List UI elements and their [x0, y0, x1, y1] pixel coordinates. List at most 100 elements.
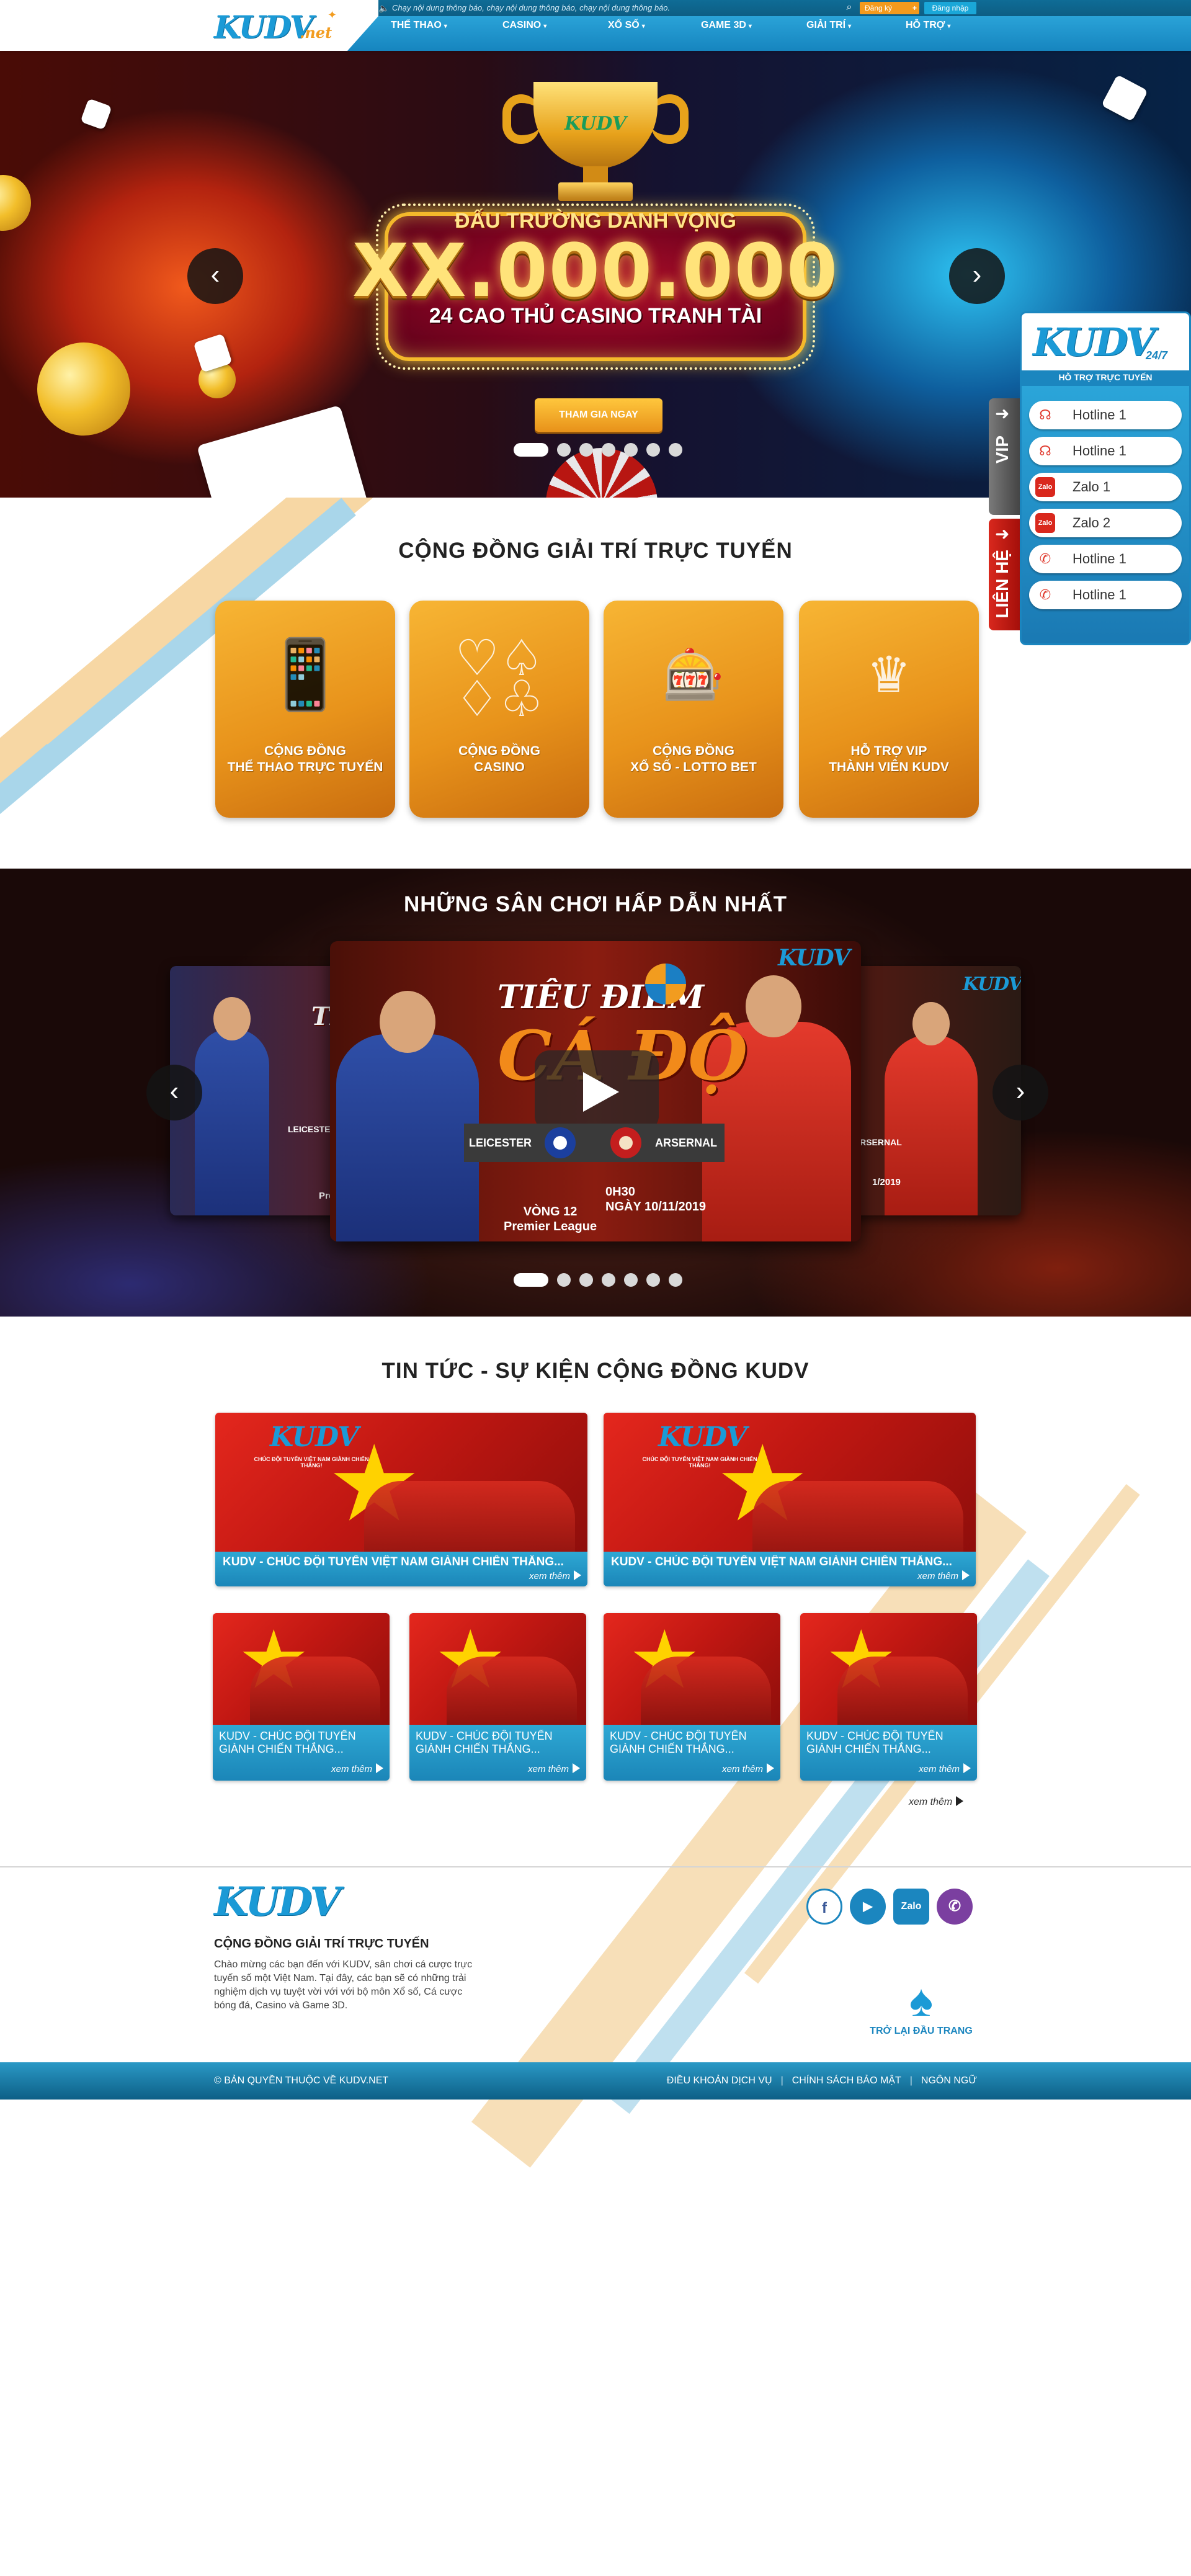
games-pagination-dot[interactable] — [514, 1273, 548, 1287]
news-title: TIN TỨC - SỰ KIỆN CỘNG ĐỒNG KUDV — [381, 1359, 810, 1383]
games-pagination — [514, 1273, 691, 1287]
football-icon — [645, 964, 686, 1004]
games-pagination-dot[interactable] — [579, 1273, 593, 1287]
chevron-down-icon: ▾ — [947, 23, 951, 30]
tile-lottery[interactable]: 🎰 CỘNG ĐỒNG XỔ SỐ - LOTTO BET — [604, 601, 783, 818]
dice-image — [80, 98, 112, 130]
games-pagination-dot[interactable] — [557, 1273, 571, 1287]
news-card-featured[interactable]: ★ KUDV CHÚC ĐỘI TUYỂN VIỆT NAM GIÀNH CHI… — [604, 1413, 976, 1586]
zalo-icon[interactable]: Zalo — [893, 1889, 929, 1925]
footer-description: Chào mừng các bạn đến với KUDV, sân chơi… — [214, 1959, 473, 2011]
nav-item-xo-so[interactable]: XỔ SỐ ▾ — [608, 16, 701, 35]
arrow-right-icon: ➜ — [995, 404, 1010, 423]
tile-sports[interactable]: 📱 CỘNG ĐỒNG THỂ THAO TRỰC TUYẾN — [215, 601, 395, 818]
hero-pagination-dot[interactable] — [579, 443, 593, 457]
youtube-icon[interactable]: ▶ — [850, 1889, 886, 1925]
read-more-link[interactable]: xem thêm — [529, 1570, 581, 1581]
arsenal-badge-icon — [610, 1127, 641, 1158]
logo-sparkle-icon: ✦ — [328, 9, 337, 21]
nav-item-giai-tri[interactable]: GIẢI TRÍ ▾ — [806, 16, 906, 35]
news-caption: KUDV - CHÚC ĐỘI TUYỂN GIÀNH CHIẾN THẮNG.… — [409, 1725, 586, 1781]
hero-pagination-dot[interactable] — [624, 443, 638, 457]
support-item-zalo[interactable]: Zalo Zalo 1 — [1029, 473, 1182, 501]
read-more-link[interactable]: xem thêm — [331, 1763, 383, 1774]
read-more-link[interactable]: xem thêm — [917, 1570, 970, 1581]
playing-card-image — [197, 405, 374, 498]
top-notice-bar: 🔈 Chạy nội dung thông báo, chạy nội dung… — [378, 0, 1191, 16]
news-caption: KUDV - CHÚC ĐỘI TUYỂN GIÀNH CHIẾN THẮNG.… — [604, 1725, 780, 1781]
logo-suffix: .net — [300, 24, 332, 42]
support-item-whatsapp[interactable]: ✆ Hotline 1 — [1029, 581, 1182, 609]
contact-tab[interactable]: ➜ LIÊN HỆ — [989, 519, 1020, 630]
tile-casino[interactable]: ♡♤ ♢♧ CỘNG ĐỒNG CASINO — [409, 601, 589, 818]
hero-prev-arrow-icon[interactable]: ‹ — [187, 248, 243, 304]
chevron-down-icon: ▾ — [543, 23, 547, 30]
spade-icon: ♠ — [909, 1976, 934, 2026]
speaker-icon: 🔈 — [378, 3, 390, 13]
news-card[interactable]: ★ KUDV - CHÚC ĐỘI TUYỂN GIÀNH CHIẾN THẮN… — [604, 1613, 780, 1781]
footer-link-privacy[interactable]: CHÍNH SÁCH BẢO MẬT — [792, 2075, 901, 2086]
support-panel: ☊ Hotline 1 ☊ Hotline 1 Zalo Zalo 1 Zalo… — [1020, 386, 1191, 645]
games-prev-arrow-icon[interactable]: ‹ — [146, 1065, 202, 1120]
plus-icon: + — [912, 4, 917, 12]
site-logo[interactable]: KUDV .net ✦ — [214, 7, 338, 47]
support-item-hotline[interactable]: ☊ Hotline 1 — [1029, 437, 1182, 465]
news-card[interactable]: ★ KUDV - CHÚC ĐỘI TUYỂN GIÀNH CHIẾN THẮN… — [409, 1613, 586, 1781]
player-image — [336, 1034, 479, 1241]
games-pagination-dot[interactable] — [602, 1273, 615, 1287]
hero-pagination-dot[interactable] — [646, 443, 660, 457]
hero-pagination — [514, 443, 691, 457]
support-item-zalo[interactable]: Zalo Zalo 2 — [1029, 509, 1182, 537]
dice-image — [1101, 74, 1148, 122]
viber-icon[interactable]: ✆ — [937, 1889, 973, 1925]
games-pagination-dot[interactable] — [624, 1273, 638, 1287]
nav-item-ho-tro[interactable]: HỖ TRỢ ▾ — [906, 16, 980, 35]
news-image: ★ — [604, 1613, 780, 1725]
copyright-text: © BẢN QUYỀN THUỘC VỀ KUDV.NET — [214, 2075, 389, 2086]
play-video-button[interactable] — [535, 1050, 659, 1131]
read-more-link[interactable]: xem thêm — [919, 1763, 971, 1774]
games-pagination-dot[interactable] — [669, 1273, 682, 1287]
play-icon — [583, 1072, 619, 1112]
back-to-top-button[interactable]: ♠ TRỞ LẠI ĐẦU TRANG — [865, 1976, 977, 2037]
nav-item-the-thao[interactable]: THỂ THAO ▾ — [391, 16, 502, 35]
support-item-hotline[interactable]: ☊ Hotline 1 — [1029, 401, 1182, 429]
hero-next-arrow-icon[interactable]: › — [949, 248, 1005, 304]
games-next-arrow-icon[interactable]: › — [993, 1065, 1048, 1120]
join-now-button[interactable]: THAM GIA NGAY — [535, 398, 662, 432]
whatsapp-icon: ✆ — [1039, 587, 1051, 602]
site-header: KUDV .net ✦ 🔈 Chạy nội dung thông báo, c… — [0, 0, 1191, 51]
facebook-icon[interactable]: f — [806, 1889, 842, 1925]
footer-link-language[interactable]: NGÔN NGỮ — [921, 2075, 977, 2086]
read-more-link[interactable]: xem thêm — [722, 1763, 774, 1774]
hero-pagination-dot[interactable] — [669, 443, 682, 457]
zalo-icon: Zalo — [1035, 513, 1055, 533]
games-section: NHỮNG SÂN CHƠI HẤP DẪN NHẤT TI LEICESTER… — [0, 869, 1191, 1317]
vip-tab[interactable]: ➜ VIP — [989, 398, 1020, 515]
hero-subtitle: 24 CAO THỦ CASINO TRANH TÀI — [429, 304, 762, 328]
news-image: ★ — [800, 1613, 977, 1725]
footer-logo[interactable]: KUDV — [214, 1879, 341, 1925]
login-button[interactable]: Đăng nhập — [924, 2, 976, 14]
page: KUDV .net ✦ 🔈 Chạy nội dung thông báo, c… — [0, 0, 1191, 2576]
zalo-icon: Zalo — [1035, 477, 1055, 497]
hero-pagination-dot[interactable] — [514, 443, 548, 457]
match-round: VÒNG 12 Premier League — [504, 1205, 597, 1233]
tile-vip-support[interactable]: ♛ HỖ TRỢ VIP THÀNH VIÊN KUDV — [799, 601, 979, 818]
register-button[interactable]: Đăng ký + — [860, 2, 919, 14]
footer-link-terms[interactable]: ĐIỀU KHOẢN DỊCH VỤ — [667, 2075, 772, 2086]
featured-slide[interactable]: KUDV TIÊU ĐIỂM CÁ ĐỘ LEICESTER ARSERNAL … — [330, 941, 861, 1241]
search-icon[interactable]: ⌕ — [842, 1, 856, 14]
nav-item-casino[interactable]: CASINO ▾ — [502, 16, 608, 35]
view-all-news-link[interactable]: xem thêm — [909, 1796, 964, 1808]
news-card-featured[interactable]: ★ KUDV CHÚC ĐỘI TUYỂN VIỆT NAM GIÀNH CHI… — [215, 1413, 587, 1586]
news-card[interactable]: ★ KUDV - CHÚC ĐỘI TUYỂN GIÀNH CHIẾN THẮN… — [800, 1613, 977, 1781]
hero-pagination-dot[interactable] — [602, 443, 615, 457]
games-pagination-dot[interactable] — [646, 1273, 660, 1287]
hero-pagination-dot[interactable] — [557, 443, 571, 457]
news-card[interactable]: ★ KUDV - CHÚC ĐỘI TUYỂN GIÀNH CHIẾN THẮN… — [213, 1613, 390, 1781]
chevron-down-icon: ▾ — [748, 23, 752, 30]
nav-item-game-3d[interactable]: GAME 3D ▾ — [701, 16, 806, 35]
marquee-notice: Chạy nội dung thông báo, chạy nội dung t… — [392, 3, 671, 12]
read-more-link[interactable]: xem thêm — [528, 1763, 580, 1774]
